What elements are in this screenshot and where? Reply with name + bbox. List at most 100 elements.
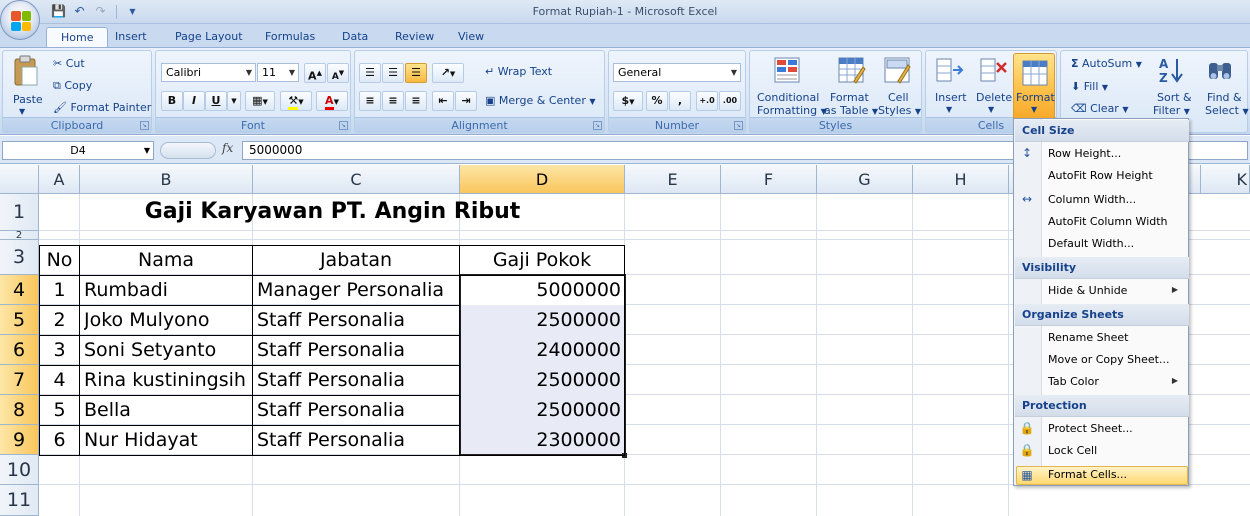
conditional-formatting-button[interactable]: Conditional bbox=[757, 91, 819, 104]
insert-dropdown-icon[interactable]: ▼ bbox=[946, 105, 952, 114]
cell-gaji[interactable]: 2300000 bbox=[460, 429, 621, 451]
delete-cells-icon[interactable] bbox=[978, 55, 1008, 85]
cell-jabatan[interactable]: Staff Personalia bbox=[257, 429, 459, 451]
conditional-formatting-icon[interactable] bbox=[772, 55, 802, 85]
insert-cells-icon[interactable] bbox=[934, 55, 964, 85]
tab-view[interactable]: View bbox=[458, 27, 484, 48]
tab-insert[interactable]: Insert bbox=[115, 27, 147, 48]
align-right-button[interactable]: ≡ bbox=[405, 91, 427, 111]
format-painter-button[interactable]: 🖌 Format Painter bbox=[53, 101, 151, 114]
cell-gaji[interactable]: 2500000 bbox=[460, 399, 621, 421]
italic-button[interactable]: I bbox=[183, 91, 205, 111]
menu-item-autofit-row[interactable]: AutoFit Row Height bbox=[1048, 169, 1153, 182]
column-header-e[interactable]: E bbox=[625, 165, 721, 194]
cell-nama[interactable]: Bella bbox=[84, 399, 252, 421]
cell-no[interactable]: 3 bbox=[40, 339, 79, 361]
cell-gaji[interactable]: 2500000 bbox=[460, 369, 621, 391]
decrease-indent-button[interactable]: ⇤ bbox=[432, 91, 454, 111]
format-button[interactable]: Format ▼ bbox=[1013, 53, 1055, 121]
alignment-launcher-icon[interactable]: ↘ bbox=[593, 121, 602, 130]
cell-nama[interactable]: Rina kustiningsih bbox=[84, 369, 252, 391]
comma-button[interactable]: , bbox=[669, 91, 691, 111]
fill-handle[interactable] bbox=[622, 453, 627, 458]
menu-item-autofit-column[interactable]: AutoFit Column Width bbox=[1048, 215, 1168, 228]
cell-no[interactable]: 2 bbox=[40, 309, 79, 331]
row-header-6[interactable]: 6 bbox=[0, 335, 39, 365]
cell-no[interactable]: 5 bbox=[40, 399, 79, 421]
number-format-select[interactable]: General ▼ bbox=[613, 63, 741, 82]
tab-formulas[interactable]: Formulas bbox=[265, 27, 315, 48]
cell-no[interactable]: 1 bbox=[40, 279, 79, 301]
number-launcher-icon[interactable]: ↘ bbox=[734, 121, 743, 130]
column-header-a[interactable]: A bbox=[39, 165, 80, 194]
cut-button[interactable]: ✂ Cut bbox=[53, 57, 85, 70]
align-bottom-button[interactable]: ☰ bbox=[405, 63, 427, 83]
cell-nama[interactable]: Joko Mulyono bbox=[84, 309, 252, 331]
fill-color-button[interactable]: ⚒▼ bbox=[280, 91, 312, 111]
align-left-button[interactable]: ≡ bbox=[359, 91, 381, 111]
cell-jabatan[interactable]: Staff Personalia bbox=[257, 309, 459, 331]
menu-item-lock-cell[interactable]: Lock Cell bbox=[1048, 444, 1097, 457]
tab-home[interactable]: Home bbox=[46, 27, 109, 48]
cell-gaji[interactable]: 5000000 bbox=[460, 279, 621, 301]
row-header-4[interactable]: 4 bbox=[0, 275, 39, 305]
paste-dropdown-icon[interactable]: ▼ bbox=[19, 107, 25, 116]
formula-bar-splitter[interactable] bbox=[160, 142, 216, 159]
paste-icon[interactable] bbox=[11, 55, 41, 86]
column-header-h[interactable]: H bbox=[913, 165, 1009, 194]
clear-button[interactable]: ⌫ Clear ▼ bbox=[1071, 102, 1129, 115]
align-center-button[interactable]: ≡ bbox=[382, 91, 404, 111]
row-header-10[interactable]: 10 bbox=[0, 455, 39, 485]
column-header-b[interactable]: B bbox=[80, 165, 253, 194]
name-box[interactable]: D4 ▼ bbox=[2, 141, 154, 160]
column-header-d[interactable]: D bbox=[460, 165, 625, 194]
copy-button[interactable]: ⧉ Copy bbox=[53, 79, 92, 93]
wrap-text-button[interactable]: ↵ Wrap Text bbox=[485, 65, 552, 78]
menu-item-format-cells[interactable]: Format Cells... bbox=[1048, 468, 1127, 481]
insert-function-icon[interactable]: fx bbox=[222, 141, 233, 155]
fill-button[interactable]: ⬇ Fill ▼ bbox=[1071, 80, 1108, 93]
sort-filter-icon[interactable]: AZ bbox=[1157, 55, 1187, 85]
align-middle-button[interactable]: ☰ bbox=[382, 63, 404, 83]
menu-item-hide-unhide[interactable]: Hide & Unhide bbox=[1048, 284, 1127, 297]
find-select-button[interactable]: Find & bbox=[1207, 91, 1242, 104]
row-header-9[interactable]: 9 bbox=[0, 425, 39, 455]
cell-nama[interactable]: Soni Setyanto bbox=[84, 339, 252, 361]
cell-jabatan[interactable]: Staff Personalia bbox=[257, 369, 459, 391]
cell-nama[interactable]: Nur Hidayat bbox=[84, 429, 252, 451]
cell-jabatan[interactable]: Staff Personalia bbox=[257, 339, 459, 361]
column-header-k[interactable]: K bbox=[1201, 165, 1250, 194]
cell-no[interactable]: 4 bbox=[40, 369, 79, 391]
row-header-11[interactable]: 11 bbox=[0, 485, 39, 516]
tab-page-layout[interactable]: Page Layout bbox=[175, 27, 243, 48]
borders-button[interactable]: ▦▼ bbox=[245, 91, 275, 111]
row-header-7[interactable]: 7 bbox=[0, 365, 39, 395]
menu-item-rename-sheet[interactable]: Rename Sheet bbox=[1048, 331, 1128, 344]
cell-gaji[interactable]: 2400000 bbox=[460, 339, 621, 361]
shrink-font-button[interactable]: A▼ bbox=[327, 63, 349, 83]
increase-indent-button[interactable]: ⇥ bbox=[455, 91, 477, 111]
percent-button[interactable]: % bbox=[646, 91, 668, 111]
office-button[interactable] bbox=[0, 0, 40, 40]
menu-item-default-width[interactable]: Default Width... bbox=[1048, 237, 1134, 250]
menu-item-protect-sheet[interactable]: Protect Sheet... bbox=[1048, 422, 1133, 435]
merge-center-button[interactable]: ▣ Merge & Center ▼ bbox=[485, 94, 596, 107]
cell-styles-button[interactable]: Cell bbox=[888, 91, 909, 104]
menu-item-row-height[interactable]: Row Height... bbox=[1048, 147, 1121, 160]
column-header-f[interactable]: F bbox=[721, 165, 817, 194]
menu-item-move-copy-sheet[interactable]: Move or Copy Sheet... bbox=[1048, 353, 1169, 366]
decrease-decimal-button[interactable]: .00 bbox=[719, 91, 741, 111]
orientation-button[interactable]: ↗▼ bbox=[432, 63, 464, 83]
clipboard-launcher-icon[interactable]: ↘ bbox=[140, 121, 149, 130]
underline-button[interactable]: U bbox=[205, 91, 227, 111]
binoculars-icon[interactable] bbox=[1205, 55, 1235, 85]
row-header-3[interactable]: 3 bbox=[0, 240, 39, 275]
bold-button[interactable]: B bbox=[161, 91, 183, 111]
delete-button[interactable]: Delete bbox=[976, 91, 1012, 104]
align-top-button[interactable]: ☰ bbox=[359, 63, 381, 83]
menu-item-tab-color[interactable]: Tab Color bbox=[1048, 375, 1099, 388]
font-launcher-icon[interactable]: ↘ bbox=[339, 121, 348, 130]
tab-review[interactable]: Review bbox=[395, 27, 434, 48]
font-size-select[interactable]: 11 ▼ bbox=[257, 63, 299, 82]
column-header-g[interactable]: G bbox=[817, 165, 913, 194]
